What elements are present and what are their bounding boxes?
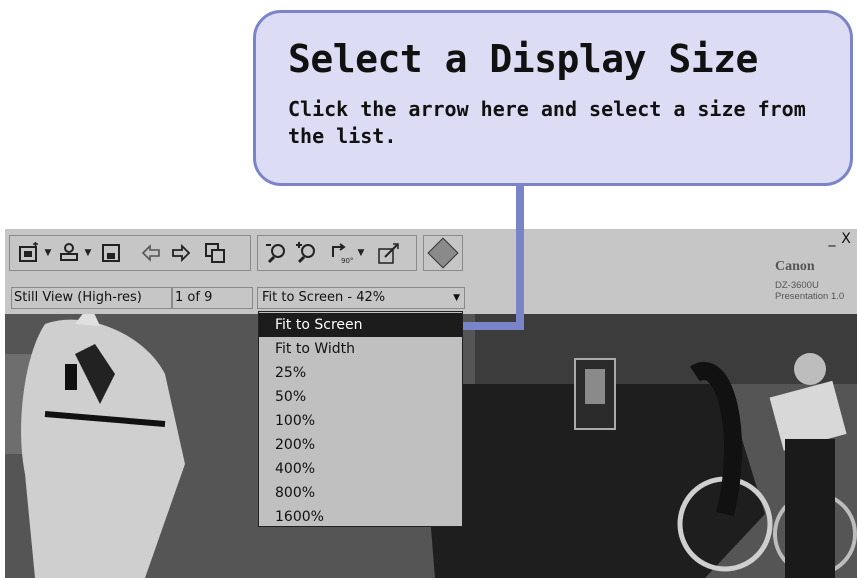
copy-icon[interactable] <box>202 240 228 266</box>
stamp-icon[interactable] <box>56 240 82 266</box>
app-version: Presentation 1.0 <box>775 291 845 302</box>
size-option-50[interactable]: 50% <box>259 385 462 409</box>
display-size-select[interactable]: Fit to Screen - 42% ▼ <box>257 287 465 309</box>
callout-connector-vertical <box>516 186 524 330</box>
size-option-fit-to-screen[interactable]: Fit to Screen <box>259 313 462 337</box>
stamp-dropdown-icon[interactable]: ▼ <box>83 240 93 266</box>
help-icon <box>427 237 459 269</box>
size-option-200[interactable]: 200% <box>259 433 462 457</box>
size-option-25[interactable]: 25% <box>259 361 462 385</box>
window-controls: _ X <box>825 231 853 247</box>
display-size-dropdown-list: Fit to Screen Fit to Width 25% 50% 100% … <box>258 311 463 527</box>
toolbar-group-file: ▼ ▼ <box>9 235 251 271</box>
display-size-value: Fit to Screen - 42% <box>262 290 386 305</box>
draw-icon[interactable] <box>376 240 402 266</box>
callout-body: Click the arrow here and select a size f… <box>288 97 806 148</box>
save-icon[interactable] <box>98 240 124 266</box>
size-option-100[interactable]: 100% <box>259 409 462 433</box>
zoom-out-icon[interactable] <box>264 240 290 266</box>
callout-title: Select a Display Size <box>288 37 758 81</box>
capture-icon[interactable] <box>16 240 42 266</box>
minimize-button[interactable]: _ <box>825 231 839 247</box>
toolbar-group-view: 90° ▼ <box>257 235 417 271</box>
next-icon[interactable] <box>168 240 194 266</box>
size-option-fit-to-width[interactable]: Fit to Width <box>259 337 462 361</box>
toolbar: ▼ ▼ 90° ▼ _ X Canon DZ-3600U Presentatio… <box>5 229 857 314</box>
close-button[interactable]: X <box>839 231 853 247</box>
zoom-in-icon[interactable] <box>294 240 320 266</box>
help-button[interactable] <box>423 235 463 271</box>
view-mode-label: Still View (High-res) <box>11 287 173 309</box>
callout-connector-horizontal <box>462 322 524 330</box>
size-option-800[interactable]: 800% <box>259 481 462 505</box>
callout-box: Select a Display Size Click the arrow he… <box>253 10 853 186</box>
chevron-down-icon[interactable]: ▼ <box>453 288 460 308</box>
image-count-label: 1 of 9 <box>171 287 253 309</box>
size-option-1600[interactable]: 1600% <box>259 505 462 529</box>
rotate-90-icon[interactable]: 90° <box>328 240 354 266</box>
brand-logo: Canon <box>775 259 815 274</box>
capture-dropdown-icon[interactable]: ▼ <box>43 240 53 266</box>
model-name: DZ-3600U <box>775 280 819 291</box>
rotate-dropdown-icon[interactable]: ▼ <box>356 240 366 266</box>
size-option-400[interactable]: 400% <box>259 457 462 481</box>
svg-text:90°: 90° <box>341 257 353 265</box>
previous-icon[interactable] <box>138 240 164 266</box>
model-info: DZ-3600U Presentation 1.0 <box>775 280 844 302</box>
